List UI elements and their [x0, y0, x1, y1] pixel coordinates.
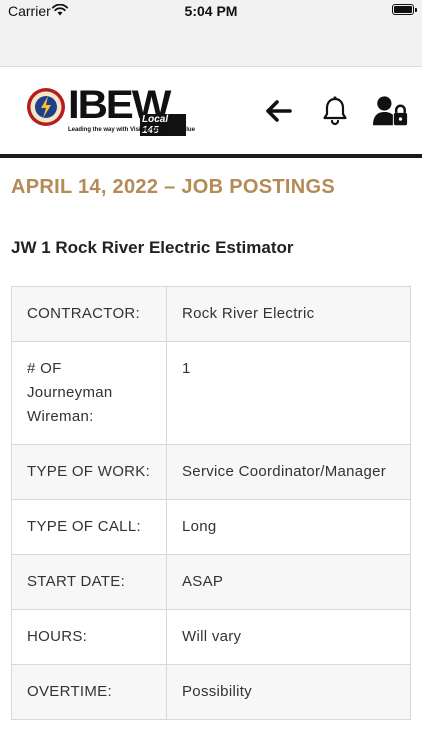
detail-value: Service Coordinator/Manager — [166, 444, 411, 500]
table-row: OVERTIME: Possibility — [11, 664, 411, 720]
detail-value: 1 — [166, 341, 411, 445]
detail-label: OVERTIME: — [11, 664, 167, 720]
table-row: START DATE: ASAP — [11, 554, 411, 610]
table-row: # OF Journeyman Wireman: 1 — [11, 341, 411, 445]
clock: 5:04 PM — [184, 3, 238, 19]
table-row: TYPE OF CALL: Long — [11, 499, 411, 555]
arrow-left-icon[interactable] — [260, 93, 296, 129]
status-bar: Carrier 5:04 PM — [0, 0, 422, 66]
detail-label: TYPE OF CALL: — [11, 499, 167, 555]
logo-tagline: Leading the way with Vision, Quality & V… — [68, 127, 195, 133]
detail-value: Long — [166, 499, 411, 555]
job-title: JW 1 Rock River Electric Estimator — [11, 238, 294, 257]
battery-icon — [392, 4, 417, 15]
union-seal-icon — [27, 88, 65, 126]
table-row: HOURS: Will vary — [11, 609, 411, 665]
detail-value: Will vary — [166, 609, 411, 665]
header-divider — [0, 154, 422, 158]
table-row: CONTRACTOR: Rock River Electric — [11, 286, 411, 342]
detail-label: TYPE OF WORK: — [11, 444, 167, 500]
detail-label: HOURS: — [11, 609, 167, 665]
detail-label: CONTRACTOR: — [11, 286, 167, 342]
job-details-table: CONTRACTOR: Rock River Electric # OF Jou… — [11, 286, 411, 720]
user-lock-icon[interactable] — [373, 93, 409, 129]
page-title: APRIL 14, 2022 – JOB POSTINGS — [11, 176, 336, 198]
table-row: TYPE OF WORK: Service Coordinator/Manage… — [11, 444, 411, 500]
detail-label: # OF Journeyman Wireman: — [11, 341, 167, 445]
detail-label: START DATE: — [11, 554, 167, 610]
bell-icon[interactable] — [317, 93, 353, 129]
detail-value: Rock River Electric — [166, 286, 411, 342]
ibew-logo[interactable]: IBEW Local 145 Leading the way with Visi… — [26, 83, 195, 137]
app-header: IBEW Local 145 Leading the way with Visi… — [0, 66, 422, 154]
detail-value: ASAP — [166, 554, 411, 610]
detail-value: Possibility — [166, 664, 411, 720]
